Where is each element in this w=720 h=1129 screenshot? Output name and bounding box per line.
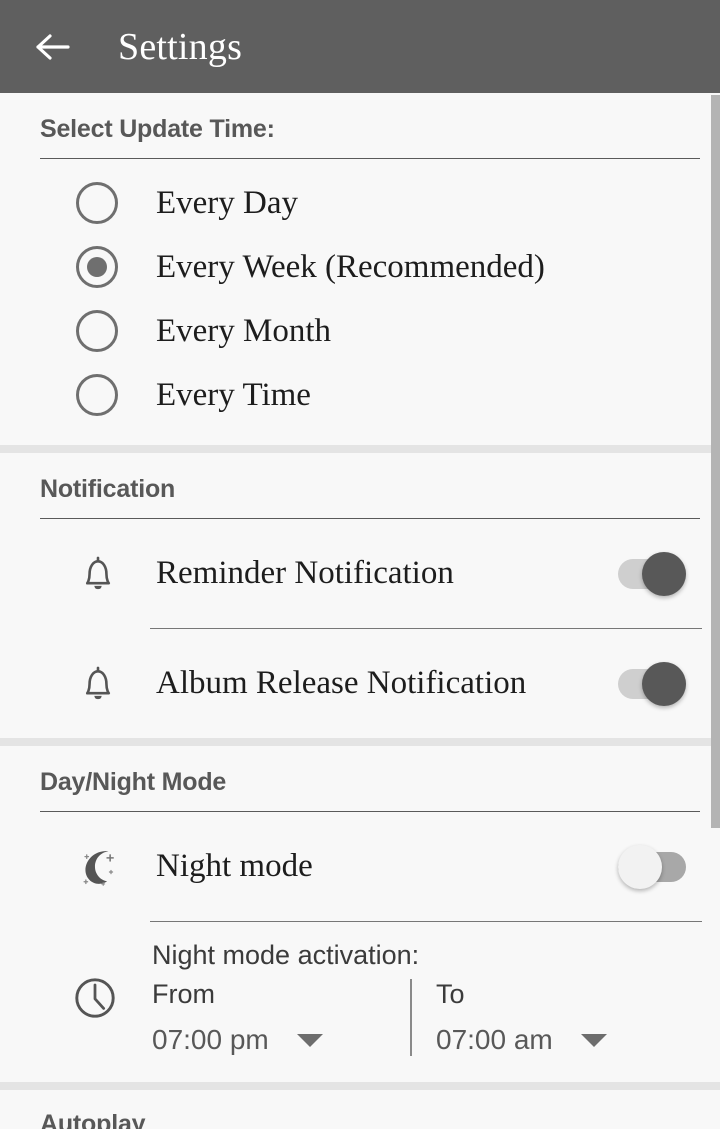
from-time-dropdown[interactable]: 07:00 pm (152, 1024, 410, 1056)
radio-label: Every Time (156, 376, 311, 413)
settings-scroll-area[interactable]: Select Update Time: Every Day Every Week… (0, 93, 720, 1129)
radio-icon[interactable] (76, 182, 118, 224)
night-activation-title: Night mode activation: (152, 940, 420, 970)
toggle-thumb (618, 844, 662, 889)
update-time-radio-group[interactable]: Every Day Every Week (Recommended) Every… (0, 159, 720, 445)
clock-icon (64, 967, 126, 1029)
toggle-reminder-notification[interactable] (618, 551, 686, 596)
section-day-night-mode: Day/Night Mode Night mode Night mode act… (0, 746, 720, 1082)
bell-icon (68, 544, 128, 604)
radio-label: Every Day (156, 184, 299, 221)
radio-option-every-day[interactable]: Every Day (0, 171, 720, 235)
radio-icon-selected[interactable] (76, 246, 118, 288)
section-separator (0, 1082, 720, 1090)
from-time-value: 07:00 pm (152, 1024, 269, 1055)
section-notification: Notification Reminder Notification Album… (0, 453, 720, 738)
row-label: Album Release Notification (156, 665, 527, 701)
night-activation-columns: From 07:00 pm To 07:00 am (152, 979, 720, 1056)
page-title: Settings (118, 25, 243, 68)
to-time-dropdown[interactable]: 07:00 am (436, 1024, 668, 1056)
toggle-thumb (642, 551, 686, 596)
toggle-album-release-notification[interactable] (618, 661, 686, 706)
radio-icon[interactable] (76, 374, 118, 416)
section-select-update-time: Select Update Time: Every Day Every Week… (0, 93, 720, 445)
vertical-scrollbar[interactable] (711, 95, 720, 828)
toggle-night-mode[interactable] (618, 844, 686, 889)
app-bar: Settings (0, 0, 720, 93)
night-activation-to-column: To 07:00 am (410, 979, 668, 1056)
to-time-value: 07:00 am (436, 1024, 553, 1055)
section-heading-update-time: Select Update Time: (40, 115, 275, 143)
radio-option-every-month[interactable]: Every Month (0, 299, 720, 363)
to-label: To (436, 979, 465, 1009)
radio-option-every-time[interactable]: Every Time (0, 363, 720, 427)
night-activation-from-column: From 07:00 pm (152, 979, 410, 1056)
radio-option-every-week[interactable]: Every Week (Recommended) (0, 235, 720, 299)
row-album-release-notification[interactable]: Album Release Notification (0, 629, 720, 738)
bell-icon (68, 654, 128, 714)
radio-icon[interactable] (76, 310, 118, 352)
row-label: Reminder Notification (156, 555, 454, 591)
night-activation-block: Night mode activation: From 07:00 pm To … (152, 940, 720, 1056)
section-heading-notification: Notification (40, 475, 176, 503)
row-label: Night mode (156, 848, 313, 884)
section-separator (0, 445, 720, 453)
section-autoplay: Autoplay (0, 1090, 720, 1129)
row-night-mode[interactable]: Night mode (0, 812, 720, 921)
row-reminder-notification[interactable]: Reminder Notification (0, 519, 720, 628)
row-night-mode-activation: Night mode activation: From 07:00 pm To … (0, 922, 720, 1082)
radio-label: Every Week (Recommended) (156, 248, 545, 285)
back-arrow-icon[interactable] (30, 25, 74, 69)
toggle-thumb (642, 661, 686, 706)
caret-down-icon[interactable] (580, 1033, 607, 1047)
caret-down-icon[interactable] (296, 1033, 323, 1047)
moon-icon (68, 837, 128, 897)
radio-label: Every Month (156, 312, 332, 349)
from-label: From (152, 979, 215, 1009)
section-heading-autoplay: Autoplay (40, 1110, 146, 1129)
section-heading-day-night: Day/Night Mode (40, 768, 227, 796)
section-separator (0, 738, 720, 746)
